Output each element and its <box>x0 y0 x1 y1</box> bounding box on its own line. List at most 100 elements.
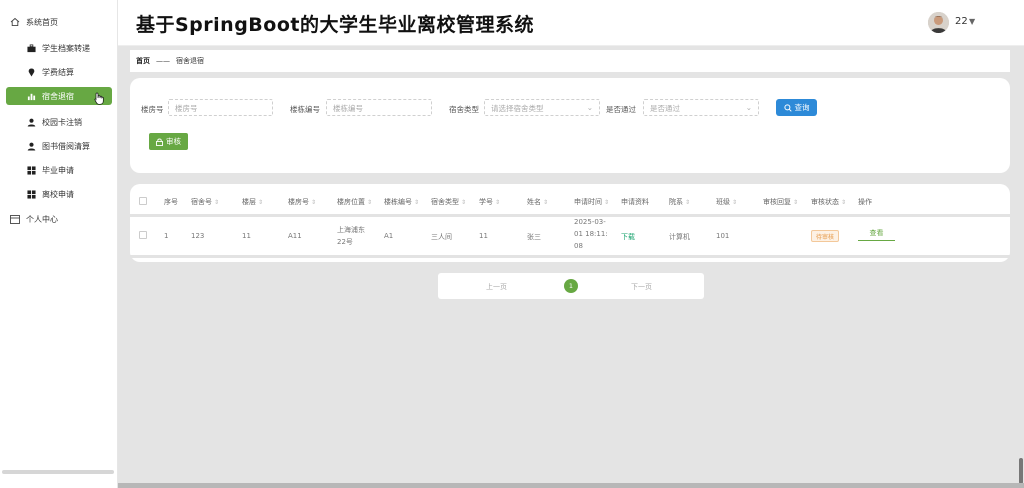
sidebar-item-archive-transfer[interactable]: 学生档案转递 <box>6 39 112 57</box>
cell-time: 08 <box>574 242 583 250</box>
cell-dorm-no: 123 <box>191 232 205 240</box>
main-content: 首页 —— 宿舍退宿 楼房号 楼房号 楼栋编号 楼栋编号 宿舍类型 请选择宿舍类… <box>118 46 1024 488</box>
user-icon <box>26 141 36 151</box>
column-header[interactable]: 审核状态 ⇕ <box>811 197 846 207</box>
building-label: 楼栋编号 <box>290 105 320 114</box>
column-header: 操作 <box>858 198 872 206</box>
hand-cursor-icon <box>94 92 105 107</box>
audit-button[interactable]: 审核 <box>149 133 188 150</box>
building-input[interactable]: 楼栋编号 <box>326 99 432 116</box>
type-select[interactable]: 请选择宿舍类型 ⌄ <box>484 99 600 116</box>
column-header[interactable]: 宿舍类型 ⇕ <box>431 197 466 207</box>
audit-button-label: 审核 <box>166 137 181 146</box>
user-name[interactable]: 22 <box>955 16 968 27</box>
cell-dorm-type: 三人间 <box>431 233 452 241</box>
cell-time: 01 18:11: <box>574 230 608 238</box>
room-label: 楼房号 <box>141 105 164 114</box>
view-button[interactable]: 查看 <box>858 226 895 241</box>
cell-department: 计算机 <box>669 233 690 241</box>
sidebar-item-library-clear[interactable]: 图书借阅清算 <box>6 137 112 155</box>
sidebar-item-card-cancel[interactable]: 校园卡注销 <box>6 113 112 131</box>
cell-index: 1 <box>164 232 169 240</box>
sidebar-item-graduation-apply[interactable]: 毕业申请 <box>6 161 112 179</box>
pagination: 上一页 1 下一页 <box>438 273 704 299</box>
column-header[interactable]: 申请时间 ⇕ <box>574 197 609 207</box>
breadcrumb-separator: —— <box>156 57 170 65</box>
grid-icon <box>26 189 36 199</box>
column-header[interactable]: 学号 ⇕ <box>479 197 500 207</box>
column-header[interactable]: 楼栋编号 ⇕ <box>384 197 419 207</box>
column-header[interactable]: 楼层 ⇕ <box>242 197 263 207</box>
cell-location: 上海浦东 <box>337 226 365 234</box>
cell-class: 101 <box>716 232 730 240</box>
cell-location: 22号 <box>337 238 353 246</box>
briefcase-icon <box>26 43 36 53</box>
sidebar-item-label: 宿舍退宿 <box>42 91 74 101</box>
type-label: 宿舍类型 <box>449 105 479 114</box>
column-header: 序号 <box>164 198 178 206</box>
cell-floor: 11 <box>242 232 251 240</box>
sidebar-scrollbar[interactable] <box>2 470 114 474</box>
breadcrumb-home[interactable]: 首页 <box>136 56 150 66</box>
cell-room-no: A11 <box>288 232 302 240</box>
avatar[interactable] <box>928 12 949 33</box>
sidebar-item-home[interactable]: 系统首页 <box>6 13 112 31</box>
search-button-label: 查询 <box>794 103 810 112</box>
sidebar-item-leave-apply[interactable]: 离校申请 <box>6 185 112 203</box>
sidebar-item-label: 学费结算 <box>42 67 74 77</box>
room-placeholder: 楼房号 <box>175 104 198 113</box>
sidebar-item-dorm-checkout[interactable]: 宿舍退宿 <box>6 87 112 105</box>
table-header-divider <box>130 214 1010 217</box>
home-icon <box>10 17 20 27</box>
next-page-button[interactable]: 下一页 <box>631 282 652 292</box>
column-header[interactable]: 楼房号 ⇕ <box>288 197 316 207</box>
column-header: 申请资料 <box>621 198 649 206</box>
lock-icon <box>156 138 163 146</box>
breadcrumb: 首页 —— 宿舍退宿 <box>130 50 1010 72</box>
search-button[interactable]: 查询 <box>776 99 817 116</box>
id-card-icon <box>10 214 20 224</box>
building-placeholder: 楼栋编号 <box>333 104 363 113</box>
cell-building-no: A1 <box>384 232 394 240</box>
chevron-down-icon: ⌄ <box>586 103 593 112</box>
page-scrollbar[interactable] <box>1019 458 1023 484</box>
horizontal-scrollbar[interactable] <box>118 483 1024 488</box>
page-number-current[interactable]: 1 <box>564 279 578 293</box>
column-header[interactable]: 姓名 ⇕ <box>527 197 548 207</box>
column-header[interactable]: 审核回复 ⇕ <box>763 197 798 207</box>
sidebar-item-label: 学生档案转递 <box>42 43 90 53</box>
header: 基于SpringBoot的大学生毕业离校管理系统 22 ▼ <box>118 0 1024 46</box>
sidebar-item-tuition[interactable]: 学费结算 <box>6 63 112 81</box>
status-badge: 待审核 <box>811 230 840 242</box>
pass-select[interactable]: 是否通过 ⌄ <box>643 99 759 116</box>
sidebar-item-personal[interactable]: 个人中心 <box>6 210 112 228</box>
sidebar: 系统首页 学生档案转递 学费结算 宿舍退宿 校园卡注销 图书借阅清算 毕业申请 … <box>0 0 118 488</box>
select-all-checkbox[interactable] <box>139 197 147 205</box>
cell-time: 2025-03- <box>574 218 606 226</box>
filter-card: 楼房号 楼房号 楼栋编号 楼栋编号 宿舍类型 请选择宿舍类型 ⌄ 是否通过 是否… <box>130 78 1010 173</box>
download-link[interactable]: 下载 <box>621 232 635 242</box>
grid-icon <box>26 165 36 175</box>
column-header[interactable]: 班级 ⇕ <box>716 197 737 207</box>
row-checkbox[interactable] <box>139 231 147 239</box>
pass-placeholder: 是否通过 <box>650 104 680 113</box>
sidebar-item-label: 毕业申请 <box>42 165 74 175</box>
sidebar-item-label: 个人中心 <box>26 214 58 224</box>
cell-name: 张三 <box>527 233 541 241</box>
table-scrollbar[interactable] <box>130 255 1010 258</box>
pin-icon <box>26 67 36 77</box>
caret-down-icon[interactable]: ▼ <box>969 17 975 26</box>
prev-page-button[interactable]: 上一页 <box>486 282 507 292</box>
sidebar-item-label: 系统首页 <box>26 17 58 27</box>
cell-student-no: 11 <box>479 232 488 240</box>
user-icon <box>26 117 36 127</box>
column-header[interactable]: 楼房位置 ⇕ <box>337 197 372 207</box>
app-title: 基于SpringBoot的大学生毕业离校管理系统 <box>136 14 534 36</box>
pass-label: 是否通过 <box>606 105 636 114</box>
type-placeholder: 请选择宿舍类型 <box>491 104 544 113</box>
sidebar-item-label: 图书借阅清算 <box>42 141 90 151</box>
search-icon <box>783 103 792 112</box>
column-header[interactable]: 院系 ⇕ <box>669 197 690 207</box>
column-header[interactable]: 宿舍号 ⇕ <box>191 197 219 207</box>
room-input[interactable]: 楼房号 <box>168 99 273 116</box>
